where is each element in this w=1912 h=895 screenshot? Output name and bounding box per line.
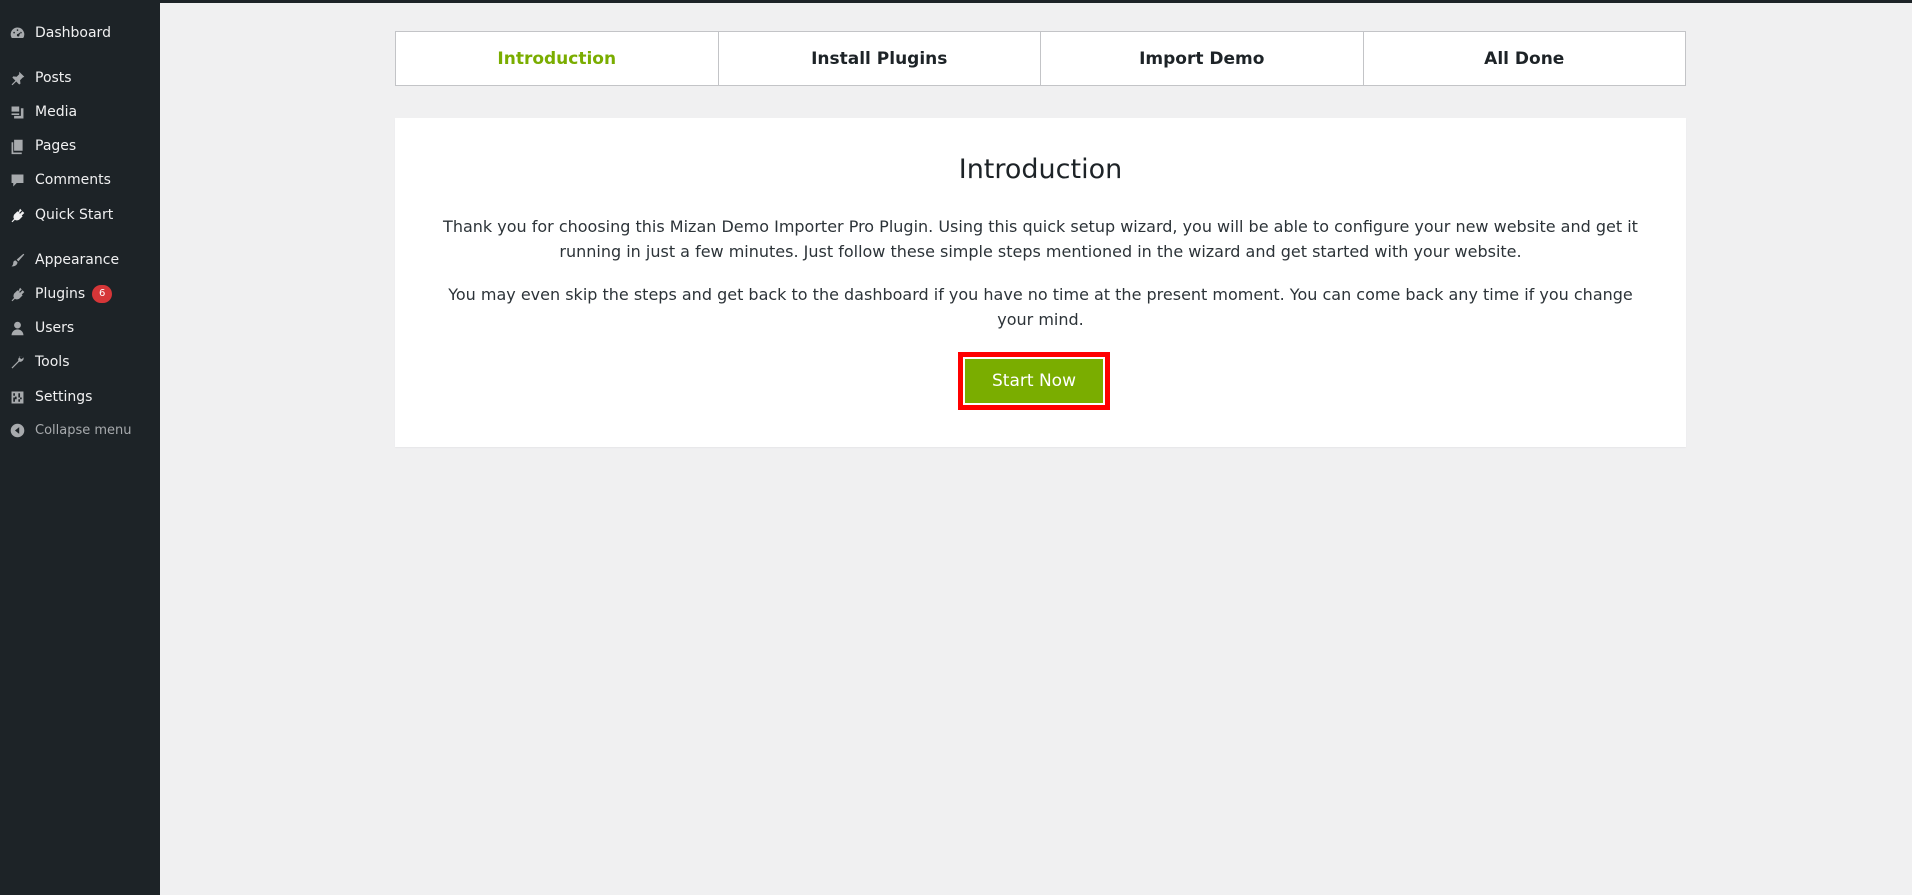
- skip-paragraph: You may even skip the steps and get back…: [448, 285, 1633, 329]
- comment-icon: [0, 163, 35, 197]
- sidebar-item-label: Tools: [35, 354, 70, 370]
- paintbrush-icon: [0, 243, 35, 277]
- admin-sidebar: Dashboard Posts Media Pages Comments Qui…: [0, 0, 160, 895]
- sidebar-item-pages[interactable]: Pages: [0, 129, 160, 163]
- start-now-button[interactable]: Start Now: [963, 357, 1105, 405]
- sidebar-item-label: Plugins: [35, 286, 86, 302]
- settings-icon: [0, 380, 35, 414]
- sidebar-item-settings[interactable]: Settings: [0, 380, 160, 414]
- sidebar-item-comments[interactable]: Comments: [0, 163, 160, 197]
- introduction-card: Introduction Thank you for choosing this…: [395, 118, 1686, 447]
- wizard-step-import-demo[interactable]: Import Demo: [1040, 31, 1364, 86]
- dashboard-icon: [0, 16, 35, 50]
- sidebar-item-label: Pages: [35, 138, 77, 154]
- wizard-steps: Introduction Install Plugins Import Demo…: [395, 31, 1686, 86]
- update-count-badge: 6: [92, 285, 113, 303]
- sidebar-item-label: Media: [35, 104, 78, 120]
- collapse-arrow-icon: [0, 413, 35, 447]
- sidebar-item-media[interactable]: Media: [0, 95, 160, 129]
- sidebar-item-tools[interactable]: Tools: [0, 345, 160, 379]
- sidebar-item-plugins[interactable]: Plugins 6: [0, 277, 160, 311]
- top-bar: [0, 0, 1912, 3]
- pages-icon: [0, 129, 35, 163]
- sidebar-item-dashboard[interactable]: Dashboard: [0, 16, 160, 50]
- sidebar-item-label: Quick Start: [35, 207, 114, 223]
- user-icon: [0, 311, 35, 345]
- pin-icon: [0, 61, 35, 95]
- sidebar-item-label: Comments: [35, 172, 111, 188]
- sidebar-item-label: Settings: [35, 389, 93, 405]
- sidebar-item-label: Users: [35, 320, 75, 336]
- sidebar-item-label: Appearance: [35, 252, 120, 268]
- page-title: Introduction: [958, 154, 1123, 185]
- start-button-highlight: Start Now: [958, 352, 1110, 410]
- collapse-menu-label: Collapse menu: [35, 422, 132, 438]
- sidebar-item-posts[interactable]: Posts: [0, 61, 160, 95]
- collapse-menu-button[interactable]: Collapse menu: [0, 413, 160, 447]
- sidebar-item-quick-start[interactable]: Quick Start: [0, 198, 160, 232]
- wrench-icon: [0, 345, 35, 379]
- sidebar-item-appearance[interactable]: Appearance: [0, 243, 160, 277]
- media-icon: [0, 95, 35, 129]
- plug-icon: [0, 198, 35, 232]
- plugin-icon: [0, 277, 35, 311]
- sidebar-item-label: Posts: [35, 70, 72, 86]
- sidebar-item-label: Dashboard: [35, 25, 111, 41]
- wizard-step-introduction[interactable]: Introduction: [395, 31, 719, 86]
- wizard-step-all-done[interactable]: All Done: [1362, 31, 1686, 86]
- sidebar-item-users[interactable]: Users: [0, 311, 160, 345]
- wizard-step-install-plugins[interactable]: Install Plugins: [717, 31, 1041, 86]
- intro-paragraph: Thank you for choosing this Mizan Demo I…: [443, 217, 1638, 261]
